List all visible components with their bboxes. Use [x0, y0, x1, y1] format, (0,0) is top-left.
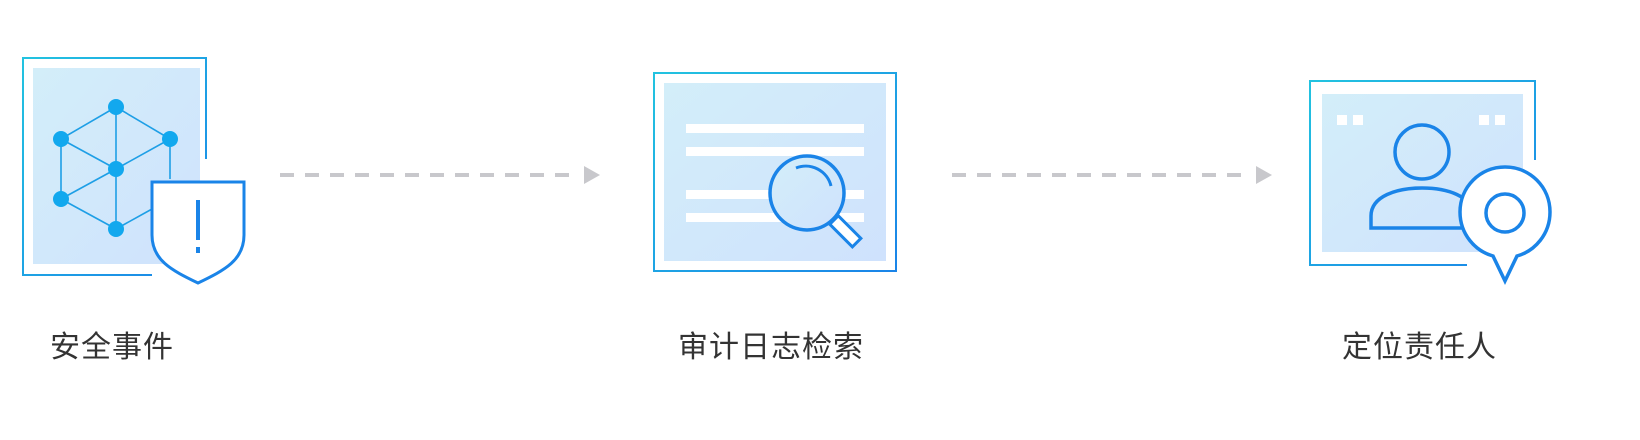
step-locate-person — [1305, 78, 1555, 288]
log-search-magnifier-icon — [653, 72, 897, 272]
step-label-audit-log-search: 审计日志检索 — [678, 330, 864, 365]
security-cube-shield-icon — [22, 57, 246, 285]
step-label-security-event: 安全事件 — [50, 330, 174, 365]
flow-arrow-1 — [280, 166, 600, 184]
step-label-locate-person: 定位责任人 — [1342, 330, 1497, 365]
step-security-event — [20, 55, 250, 287]
step-audit-log-search — [650, 70, 900, 276]
process-flow-diagram: 安全事件 审计日志检索 定位责任人 — [0, 0, 1640, 440]
person-location-pin-icon — [1309, 80, 1552, 286]
flow-arrow-2 — [952, 166, 1272, 184]
